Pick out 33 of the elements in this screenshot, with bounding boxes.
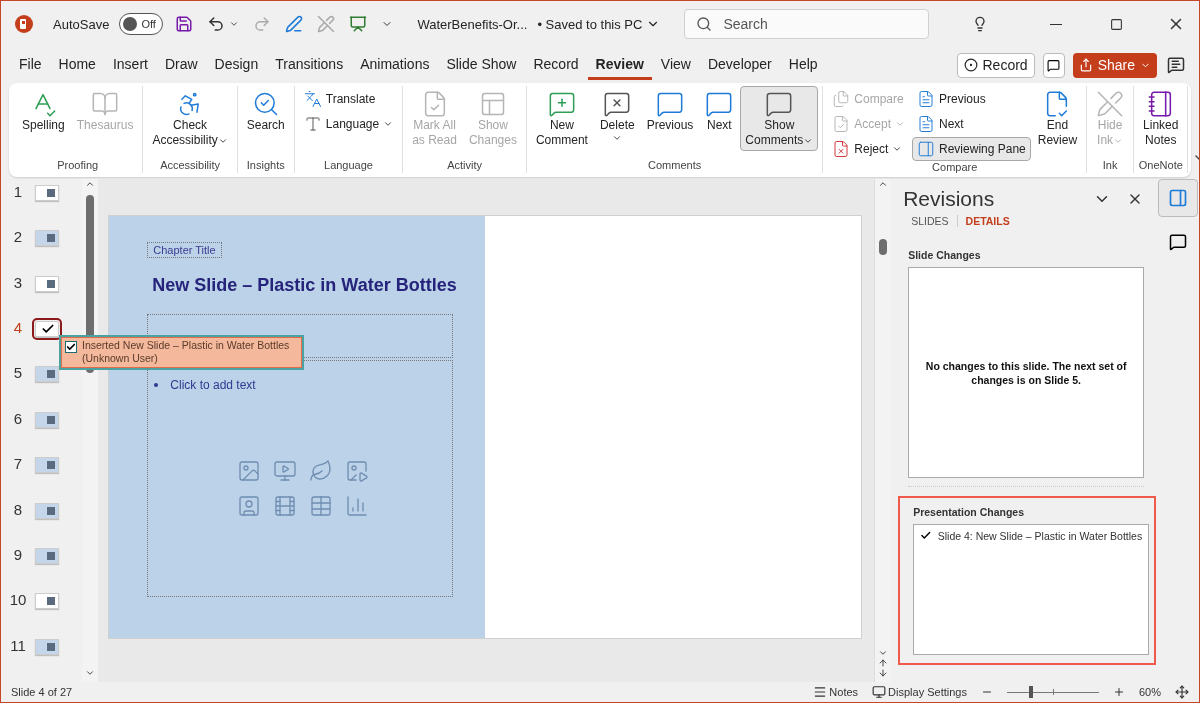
group-label: Language (323, 159, 374, 173)
slide-title: New Slide – Plastic in Water Bottles (152, 275, 454, 296)
group-label: Proofing (56, 159, 100, 173)
slide-number: 8 (12, 500, 24, 518)
slide-number: 11 (9, 636, 27, 654)
slide-number: 4 (12, 319, 24, 337)
slide-changes-message: No changes to this slide. The next set of changes is on Slide 5. (924, 358, 1128, 387)
group-label: OneNote (1138, 159, 1184, 173)
slide-number: 9 (12, 545, 24, 563)
group-label: Insights (245, 159, 286, 173)
section-heading: Slide Changes (908, 249, 982, 261)
file-name: WaterBenefits-Or... (417, 16, 528, 32)
slide-number: 6 (12, 409, 24, 427)
group-label: Accessibility (159, 159, 222, 173)
chapter-title: Chapter Title (147, 242, 222, 258)
slide-number: 5 (12, 364, 24, 382)
slide-number: 10 (8, 591, 28, 609)
zoom-percent: 60% (1138, 686, 1161, 698)
slide-number: 2 (12, 228, 24, 246)
revision-text: Inserted New Slide – Plastic in Water Bottles (82, 339, 290, 352)
save-status: • Saved to this PC (537, 16, 643, 32)
slide-number: 1 (12, 183, 24, 200)
group-label: Activity (446, 159, 483, 173)
autosave-label: AutoSave (53, 16, 110, 32)
slide-counter: Slide 4 of 27 (11, 686, 73, 698)
body-placeholder: Click to add text (154, 378, 453, 392)
slide-number: 3 (12, 273, 24, 291)
slide-number: 7 (12, 455, 24, 473)
group-label: Ink (1101, 159, 1119, 173)
group-label: Compare (931, 161, 979, 175)
pane-title: Revisions (903, 187, 996, 211)
group-label: Comments (647, 159, 703, 173)
section-heading: Presentation Changes (913, 506, 1026, 518)
